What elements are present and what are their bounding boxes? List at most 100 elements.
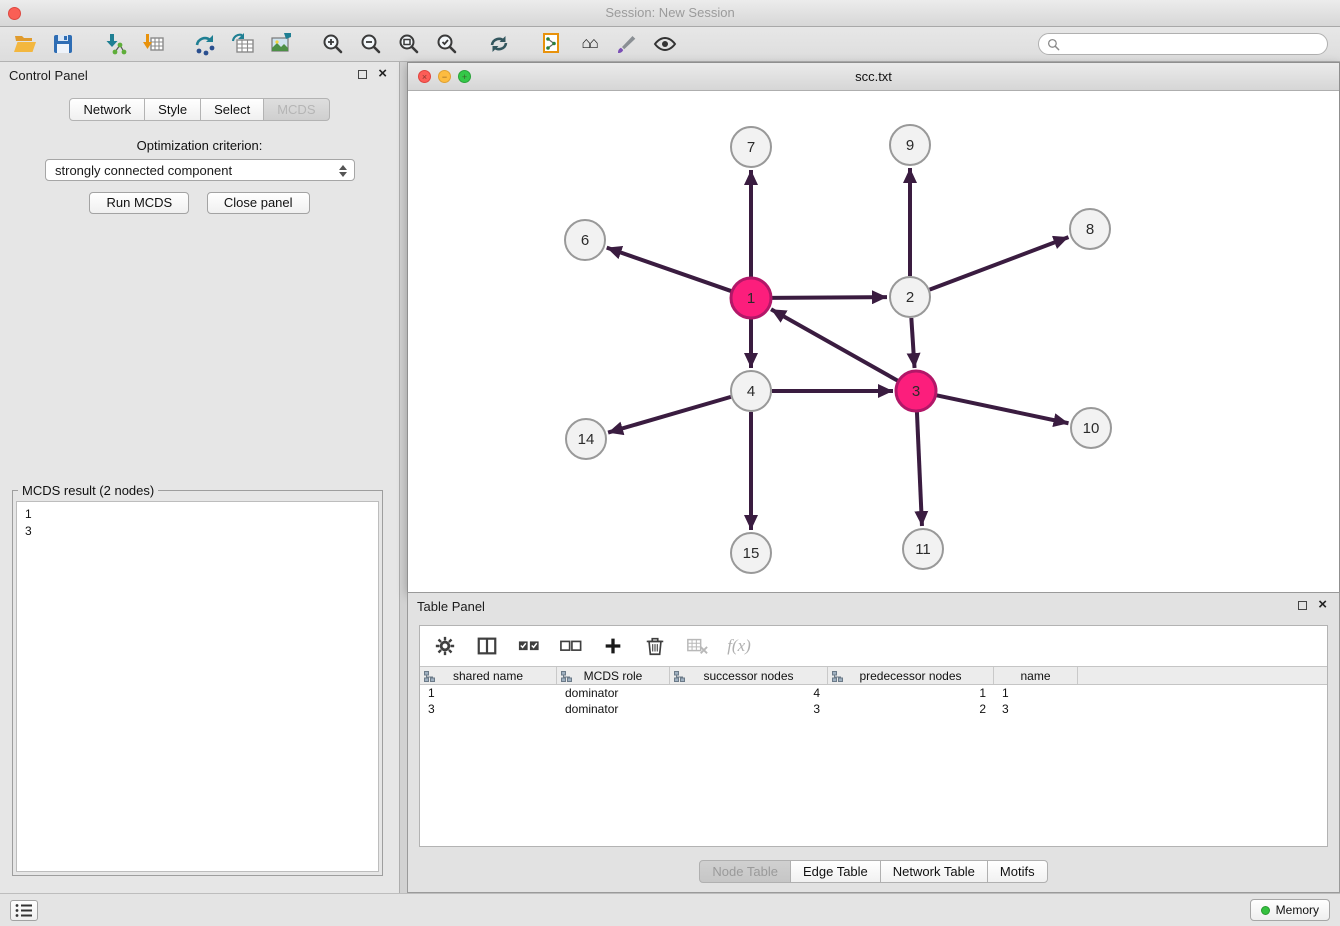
edge-2-8[interactable] (930, 237, 1069, 289)
network-graph[interactable]: 7 9 6 8 1 2 4 3 14 10 15 11 (408, 91, 1339, 592)
optimization-criterion-dropdown[interactable]: strongly connected component (45, 159, 355, 181)
network-window-titlebar[interactable]: × − + scc.txt (408, 63, 1339, 91)
destroy-table-button (684, 633, 710, 659)
cell-mcds-role[interactable]: dominator (557, 701, 670, 717)
tab-mcds[interactable]: MCDS (263, 98, 329, 121)
tab-motifs[interactable]: Motifs (987, 860, 1048, 883)
column-header-successor-nodes[interactable]: successor nodes (670, 667, 828, 684)
mcds-result-title: MCDS result (2 nodes) (18, 483, 158, 498)
close-panel-icon[interactable]: × (1318, 596, 1327, 614)
show-hide-button[interactable] (650, 30, 680, 58)
node-8[interactable]: 8 (1070, 209, 1110, 249)
node-7[interactable]: 7 (731, 127, 771, 167)
clear-selection-button[interactable] (558, 633, 584, 659)
edge-3-1[interactable] (771, 309, 898, 380)
table-settings-button[interactable] (432, 633, 458, 659)
edge-3-11[interactable] (917, 412, 922, 526)
edge-1-6[interactable] (607, 248, 731, 291)
cell-name[interactable]: 3 (994, 701, 1078, 717)
add-column-button[interactable] (600, 633, 626, 659)
select-all-icon (517, 635, 541, 657)
first-neighbors-icon: ⌂⌂ (581, 35, 596, 53)
copy-network-button[interactable] (536, 30, 566, 58)
tab-select[interactable]: Select (200, 98, 264, 121)
import-network-button[interactable] (100, 30, 130, 58)
mcds-result-line: 1 (25, 506, 370, 523)
select-all-button[interactable] (516, 633, 542, 659)
node-1[interactable]: 1 (731, 278, 771, 318)
zoom-group (318, 30, 462, 58)
new-table-button[interactable] (228, 30, 258, 58)
zoom-fit-button[interactable] (394, 30, 424, 58)
node-14[interactable]: 14 (566, 419, 606, 459)
node-label: 9 (906, 137, 914, 154)
edge-1-2[interactable] (772, 297, 887, 298)
zoom-in-icon (321, 32, 345, 56)
cell-successor-nodes[interactable]: 3 (670, 701, 828, 717)
cell-shared-name[interactable]: 1 (420, 685, 557, 701)
mcds-result-list[interactable]: 1 3 (16, 501, 379, 872)
apply-style-button[interactable] (612, 30, 642, 58)
open-file-button[interactable] (10, 30, 40, 58)
table-panel-header: Table Panel × (408, 593, 1339, 619)
tab-network-table[interactable]: Network Table (880, 860, 988, 883)
memory-label: Memory (1276, 903, 1319, 917)
new-network-icon (193, 32, 217, 56)
zoom-in-button[interactable] (318, 30, 348, 58)
refresh-layout-button[interactable] (484, 30, 514, 58)
float-window-icon[interactable] (1298, 601, 1307, 610)
column-header-name[interactable]: name (994, 667, 1078, 684)
node-2[interactable]: 2 (890, 277, 930, 317)
search-input[interactable] (1065, 37, 1319, 51)
network-canvas[interactable]: 7 9 6 8 1 2 4 3 14 10 15 11 (408, 91, 1339, 592)
memory-button[interactable]: Memory (1250, 899, 1330, 921)
cell-name[interactable]: 1 (994, 685, 1078, 701)
status-bar: Memory (0, 893, 1340, 926)
node-6[interactable]: 6 (565, 220, 605, 260)
node-10[interactable]: 10 (1071, 408, 1111, 448)
import-table-icon (141, 32, 165, 56)
node-3[interactable]: 3 (896, 371, 936, 411)
node-15[interactable]: 15 (731, 533, 771, 573)
column-header-predecessor-nodes[interactable]: predecessor nodes (828, 667, 994, 684)
edge-2-3[interactable] (911, 318, 914, 368)
trash-icon (644, 635, 666, 657)
edge-4-14[interactable] (608, 397, 731, 433)
column-header-mcds-role[interactable]: MCDS role (557, 667, 670, 684)
tab-edge-table[interactable]: Edge Table (790, 860, 881, 883)
zoom-selected-icon (435, 32, 459, 56)
node-9[interactable]: 9 (890, 125, 930, 165)
export-image-button[interactable] (266, 30, 296, 58)
cell-predecessor-nodes[interactable]: 1 (828, 685, 994, 701)
show-columns-button[interactable] (474, 633, 500, 659)
zoom-selected-button[interactable] (432, 30, 462, 58)
cell-mcds-role[interactable]: dominator (557, 685, 670, 701)
cell-successor-nodes[interactable]: 4 (670, 685, 828, 701)
zoom-out-button[interactable] (356, 30, 386, 58)
edge-3-10[interactable] (937, 395, 1069, 423)
close-panel-icon[interactable]: × (378, 65, 387, 83)
run-mcds-button[interactable]: Run MCDS (89, 192, 189, 214)
column-label: name (1020, 669, 1050, 683)
table-toolbar: f(x) (420, 626, 1327, 666)
refresh-layout-icon (487, 32, 511, 56)
tab-node-table[interactable]: Node Table (699, 860, 791, 883)
cell-predecessor-nodes[interactable]: 2 (828, 701, 994, 717)
table-row[interactable]: 1 dominator 4 1 1 (420, 685, 1327, 701)
first-neighbors-button[interactable]: ⌂⌂ (574, 30, 604, 58)
table-row[interactable]: 3 dominator 3 2 3 (420, 701, 1327, 717)
tab-style[interactable]: Style (144, 98, 201, 121)
delete-column-button[interactable] (642, 633, 668, 659)
float-window-icon[interactable] (358, 70, 367, 79)
close-panel-button[interactable]: Close panel (207, 192, 310, 214)
tab-network[interactable]: Network (69, 98, 145, 121)
import-table-button[interactable] (138, 30, 168, 58)
new-network-button[interactable] (190, 30, 220, 58)
column-header-shared-name[interactable]: shared name (420, 667, 557, 684)
search-field[interactable] (1038, 33, 1328, 55)
cell-shared-name[interactable]: 3 (420, 701, 557, 717)
node-4[interactable]: 4 (731, 371, 771, 411)
status-menu-button[interactable] (10, 900, 38, 921)
save-session-button[interactable] (48, 30, 78, 58)
node-11[interactable]: 11 (903, 529, 943, 569)
